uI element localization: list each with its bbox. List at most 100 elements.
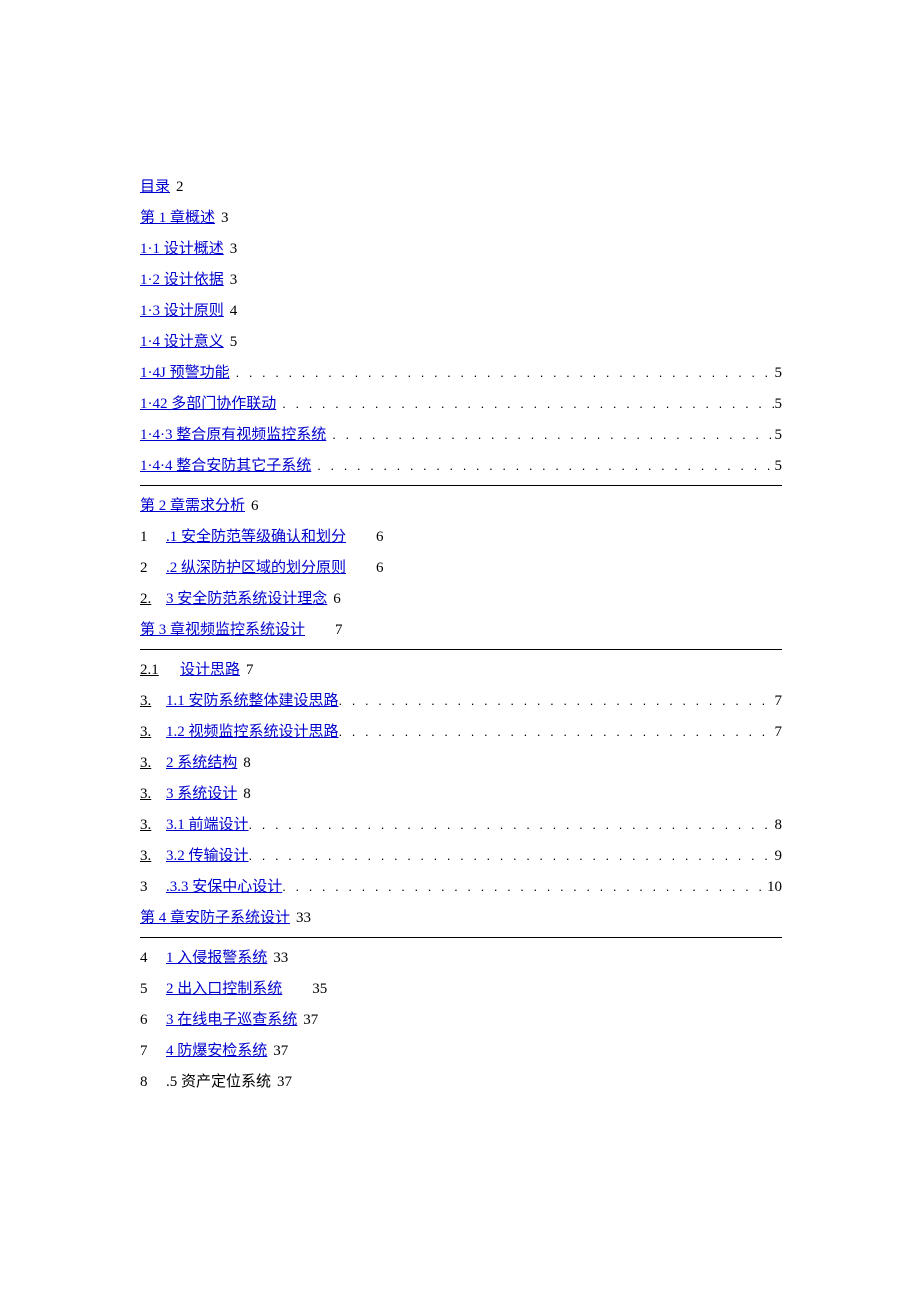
toc-link[interactable]: 第 3 章视频监控系统设计 — [140, 618, 305, 639]
section-divider — [140, 937, 782, 938]
toc-entry: 63 在线电子巡查系统37 — [140, 1008, 782, 1029]
toc-prefix: 3 — [140, 879, 166, 896]
toc-link[interactable]: .1 安全防范等级确认和划分 — [166, 525, 346, 546]
toc-link[interactable]: 1.2 视频监控系统设计思路 — [166, 720, 339, 741]
toc-dotfill: . . . . . . . . . . . . . . . . . . . . … — [282, 396, 774, 411]
page-number: 9 — [775, 848, 783, 865]
toc-link[interactable]: 第 2 章需求分析 — [140, 494, 245, 515]
toc-link[interactable]: 1·4J 预警功能 — [140, 361, 230, 382]
page-number: 33 — [273, 950, 288, 967]
section-divider — [140, 649, 782, 650]
toc-link[interactable]: 设计思路 — [180, 658, 240, 679]
toc-link[interactable]: 3 系统设计 — [166, 782, 237, 803]
toc-entry: 41 入侵报警系统 33 — [140, 946, 782, 967]
toc-link[interactable]: 3 安全防范系统设计理念 — [166, 587, 327, 608]
toc-entry: 2.3 安全防范系统设计理念 6 — [140, 587, 782, 608]
page-number: 5 — [775, 427, 783, 444]
page-number: 5 — [775, 365, 783, 382]
toc-entry: 1·3 设计原则4 — [140, 299, 782, 320]
toc-link[interactable]: 1 入侵报警系统 — [166, 946, 267, 967]
toc-entry-dotted: 3.3.1 前端设计. . . . . . . . . . . . . . . … — [140, 813, 782, 834]
toc-entry: 52 出入口控制系统35 — [140, 977, 782, 998]
toc-dotfill: . . . . . . . . . . . . . . . . . . . . … — [332, 427, 774, 442]
toc-link[interactable]: 2 出入口控制系统 — [166, 977, 282, 998]
toc-entry: 1·1 设计概述 3 — [140, 237, 782, 258]
section-divider — [140, 485, 782, 486]
toc-link[interactable]: 第 1 章概述 — [140, 206, 215, 227]
page-number: 5 — [775, 458, 783, 475]
toc-link[interactable]: 目录 — [140, 175, 170, 196]
toc-prefix: 3. — [140, 786, 166, 803]
toc-entry: 3.3 系统设计 8 — [140, 782, 782, 803]
toc-entry-dotted: 1·4·4 整合安防其它子系统 . . . . . . . . . . . . .… — [140, 454, 782, 475]
page-number: 37 — [273, 1043, 288, 1060]
toc-entry: 第 4 章安防子系统设计33 — [140, 906, 782, 927]
toc-entry: 2.1设计思路 7 — [140, 658, 782, 679]
toc-prefix: 2.1 — [140, 662, 180, 679]
toc-entry: 1·2 设计依据 3 — [140, 268, 782, 289]
page-number: 5 — [230, 334, 238, 351]
toc-link[interactable]: 3 在线电子巡查系统 — [166, 1008, 297, 1029]
toc-entry: 第 1 章概述 3 — [140, 206, 782, 227]
page-number: 10 — [767, 879, 782, 896]
page-number: 6 — [376, 529, 384, 546]
page-number: 7 — [246, 662, 254, 679]
page-number: 3 — [230, 241, 238, 258]
toc-link[interactable]: 1·42 多部门协作联动 — [140, 392, 276, 413]
toc-prefix: 3. — [140, 817, 166, 834]
page-number: 8 — [243, 786, 251, 803]
toc-entry: 1·4 设计意义 5 — [140, 330, 782, 351]
toc-dotfill: . . . . . . . . . . . . . . . . . . . . … — [339, 693, 775, 708]
toc-link[interactable]: 1·4·4 整合安防其它子系统 — [140, 454, 311, 475]
toc-entry: 1.1 安全防范等级确认和划分 6 — [140, 525, 782, 546]
toc-prefix: 3. — [140, 724, 166, 741]
page-number: 6 — [376, 560, 384, 577]
toc-link[interactable]: .3.3 安保中心设计 — [166, 875, 282, 896]
toc-entry: 8.5 资产定位系统 37 — [140, 1070, 782, 1091]
toc-link[interactable]: 3.1 前端设计 — [166, 813, 249, 834]
toc-dotfill: . . . . . . . . . . . . . . . . . . . . … — [339, 724, 775, 739]
toc-link[interactable]: 4 防爆安检系统 — [166, 1039, 267, 1060]
toc-dotfill: . . . . . . . . . . . . . . . . . . . . … — [249, 817, 775, 832]
toc-link[interactable]: 1·2 设计依据 — [140, 268, 224, 289]
page-number: 3 — [230, 272, 238, 289]
toc-entry-title: 目录 2 — [140, 175, 782, 196]
toc-prefix: 4 — [140, 950, 166, 967]
toc-link[interactable]: 1.1 安防系统整体建设思路 — [166, 689, 339, 710]
page-number: 35 — [312, 981, 327, 998]
toc-entry-dotted: 1·42 多部门协作联动 . . . . . . . . . . . . . . … — [140, 392, 782, 413]
toc-link[interactable]: 1·4·3 整合原有视频监控系统 — [140, 423, 326, 444]
toc-entry-dotted: 3.1.2 视频监控系统设计思路. . . . . . . . . . . . … — [140, 720, 782, 741]
toc-entry-dotted: 3.3.2 传输设计. . . . . . . . . . . . . . . … — [140, 844, 782, 865]
toc-link[interactable]: 2 系统结构 — [166, 751, 237, 772]
toc-prefix: 6 — [140, 1012, 166, 1029]
toc-prefix: 1 — [140, 529, 166, 546]
toc-link[interactable]: 第 4 章安防子系统设计 — [140, 906, 290, 927]
page-number: 6 — [251, 498, 259, 515]
toc-link[interactable]: 3.2 传输设计 — [166, 844, 249, 865]
toc-entry: 2.2 纵深防护区域的划分原则6 — [140, 556, 782, 577]
page-number: 6 — [333, 591, 341, 608]
toc-dotfill: . . . . . . . . . . . . . . . . . . . . … — [317, 458, 774, 473]
toc-prefix: 8 — [140, 1074, 166, 1091]
toc-container: 目录 2 第 1 章概述 3 1·1 设计概述 3 1·2 设计依据 3 1·3 设计原… — [0, 0, 920, 1091]
toc-link[interactable]: 1·1 设计概述 — [140, 237, 224, 258]
toc-text: .5 资产定位系统 — [166, 1070, 271, 1091]
toc-link[interactable]: 1·3 设计原则 — [140, 299, 224, 320]
toc-prefix: 3. — [140, 693, 166, 710]
page-number: 7 — [335, 622, 343, 639]
page-number: 2 — [176, 179, 184, 196]
toc-entry-dotted: 3.1.1 安防系统整体建设思路. . . . . . . . . . . . … — [140, 689, 782, 710]
toc-prefix: 2. — [140, 591, 166, 608]
page-number: 8 — [775, 817, 783, 834]
page-number: 8 — [243, 755, 251, 772]
page-number: 37 — [277, 1074, 292, 1091]
toc-prefix: 3. — [140, 755, 166, 772]
page-number: 7 — [775, 724, 783, 741]
toc-entry-dotted: 1·4·3 整合原有视频监控系统 . . . . . . . . . . . . … — [140, 423, 782, 444]
toc-dotfill: . . . . . . . . . . . . . . . . . . . . … — [236, 365, 775, 380]
toc-link[interactable]: .2 纵深防护区域的划分原则 — [166, 556, 346, 577]
page-number: 3 — [221, 210, 229, 227]
toc-entry: 74 防爆安检系统37 — [140, 1039, 782, 1060]
toc-link[interactable]: 1·4 设计意义 — [140, 330, 224, 351]
